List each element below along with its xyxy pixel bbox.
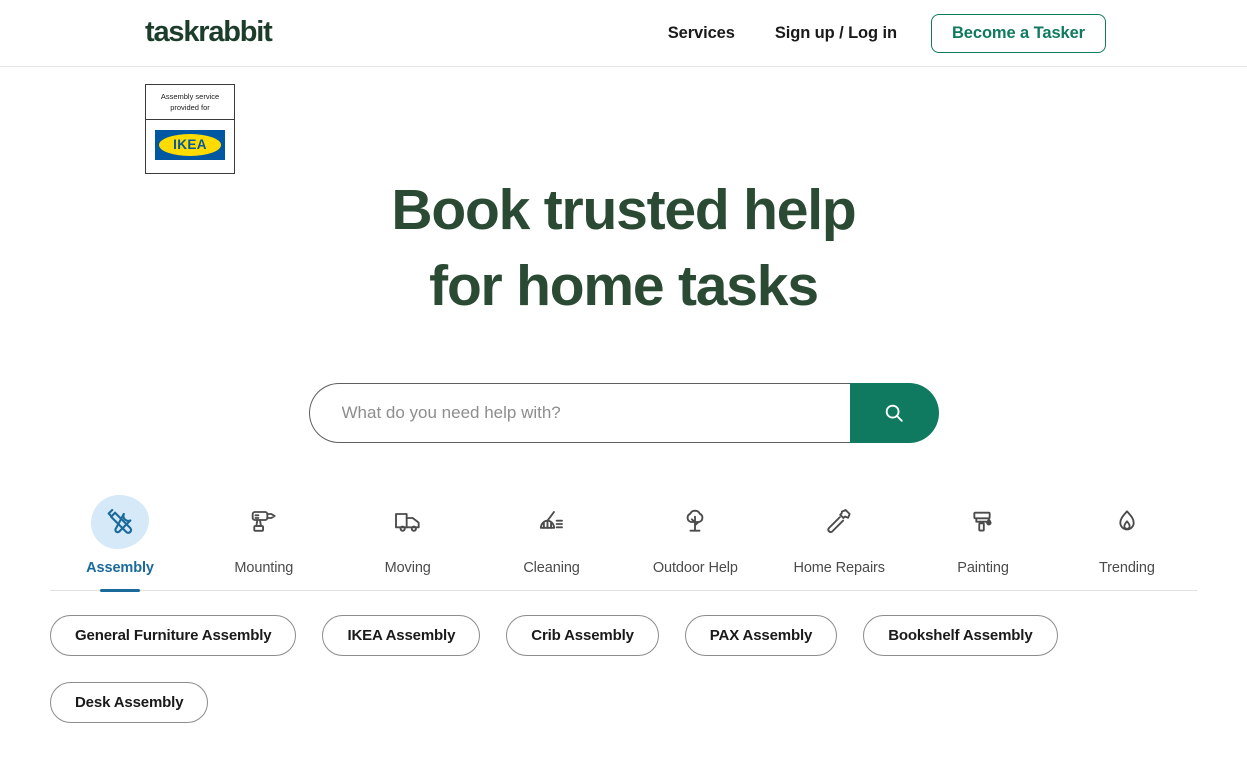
category-label: Cleaning — [523, 560, 580, 576]
badge-logo-area: IKEA — [146, 120, 234, 173]
category-label: Home Repairs — [793, 560, 885, 576]
ikea-logo-icon: IKEA — [155, 130, 225, 160]
hammer-icon — [827, 509, 851, 533]
category-label: Outdoor Help — [652, 560, 738, 576]
tree-icon — [687, 509, 704, 532]
broom-icon — [539, 511, 563, 529]
chip-general-furniture-assembly[interactable]: General Furniture Assembly — [50, 615, 297, 656]
search-input[interactable] — [341, 403, 850, 423]
chip-bookshelf-assembly[interactable]: Bookshelf Assembly — [863, 615, 1058, 656]
category-cleaning[interactable]: Cleaning — [482, 495, 622, 590]
search-field-wrapper[interactable] — [308, 383, 850, 443]
category-icon-wrap — [769, 495, 909, 549]
nav-signup-login[interactable]: Sign up / Log in — [775, 18, 897, 49]
taskrabbit-wordmark-icon: taskrabbit — [145, 18, 274, 48]
category-label: Trending — [1098, 560, 1155, 576]
category-icon-wrap — [913, 495, 1053, 549]
category-icon-wrap — [1057, 495, 1197, 549]
category-mounting[interactable]: Mounting — [194, 495, 334, 590]
category-assembly[interactable]: Assembly — [50, 495, 190, 592]
badge-caption: Assembly service provided for — [146, 85, 234, 120]
search-bar — [308, 383, 939, 443]
category-divider — [50, 590, 1197, 591]
category-icon-wrap — [482, 495, 622, 549]
category-trending[interactable]: Trending — [1057, 495, 1197, 590]
category-label: Assembly — [86, 560, 154, 576]
become-a-tasker-button[interactable]: Become a Tasker — [930, 14, 1106, 53]
taskrabbit-logo[interactable]: taskrabbit — [145, 16, 335, 50]
page-title: Book trusted help for home tasks — [0, 172, 1247, 324]
category-moving[interactable]: Moving — [338, 495, 478, 590]
category-label: Moving — [384, 560, 431, 576]
search-submit-button[interactable] — [849, 383, 939, 443]
search-icon — [885, 404, 903, 422]
chip-crib-assembly[interactable]: Crib Assembly — [506, 615, 659, 656]
chip-desk-assembly[interactable]: Desk Assembly — [50, 682, 209, 723]
category-label: Mounting — [234, 560, 294, 576]
drill-icon — [251, 511, 276, 532]
category-icon-wrap — [625, 495, 765, 549]
chip-ikea-assembly[interactable]: IKEA Assembly — [322, 615, 481, 656]
chip-pax-assembly[interactable]: PAX Assembly — [684, 615, 838, 656]
truck-icon — [394, 513, 420, 532]
category-icon-wrap — [50, 495, 190, 549]
site-header: taskrabbit Services Sign up / Log in Bec… — [0, 0, 1247, 67]
tools-icon — [107, 508, 133, 534]
category-list: Assembly Mounting Moving Cleaning Outdoo… — [50, 495, 1197, 592]
nav-services[interactable]: Services — [668, 18, 735, 49]
category-label: Painting — [957, 560, 1009, 576]
category-nav: Assembly Mounting Moving Cleaning Outdoo… — [0, 495, 1247, 592]
page-title-line1: Book trusted help — [391, 178, 856, 242]
category-icon-wrap — [194, 495, 334, 549]
badge-caption-line2: provided for — [170, 103, 210, 112]
flame-icon — [1119, 510, 1135, 531]
category-painting[interactable]: Painting — [913, 495, 1053, 590]
category-home-repairs[interactable]: Home Repairs — [769, 495, 909, 590]
paint-roller-icon — [973, 511, 992, 532]
category-icon-wrap — [338, 495, 478, 549]
header-nav: Services Sign up / Log in Become a Taske… — [668, 0, 1106, 67]
ikea-wordmark: IKEA — [173, 137, 207, 153]
ikea-oval: IKEA — [159, 134, 221, 156]
badge-caption-line1: Assembly service — [160, 92, 220, 101]
category-outdoor-help[interactable]: Outdoor Help — [625, 495, 765, 590]
page-title-line2: for home tasks — [429, 254, 819, 318]
active-indicator — [100, 589, 140, 592]
svg-text:taskrabbit: taskrabbit — [145, 18, 273, 48]
subcategory-chip-list: General Furniture Assembly IKEA Assembly… — [0, 591, 1247, 723]
ikea-partner-badge: Assembly service provided for IKEA — [145, 84, 235, 174]
